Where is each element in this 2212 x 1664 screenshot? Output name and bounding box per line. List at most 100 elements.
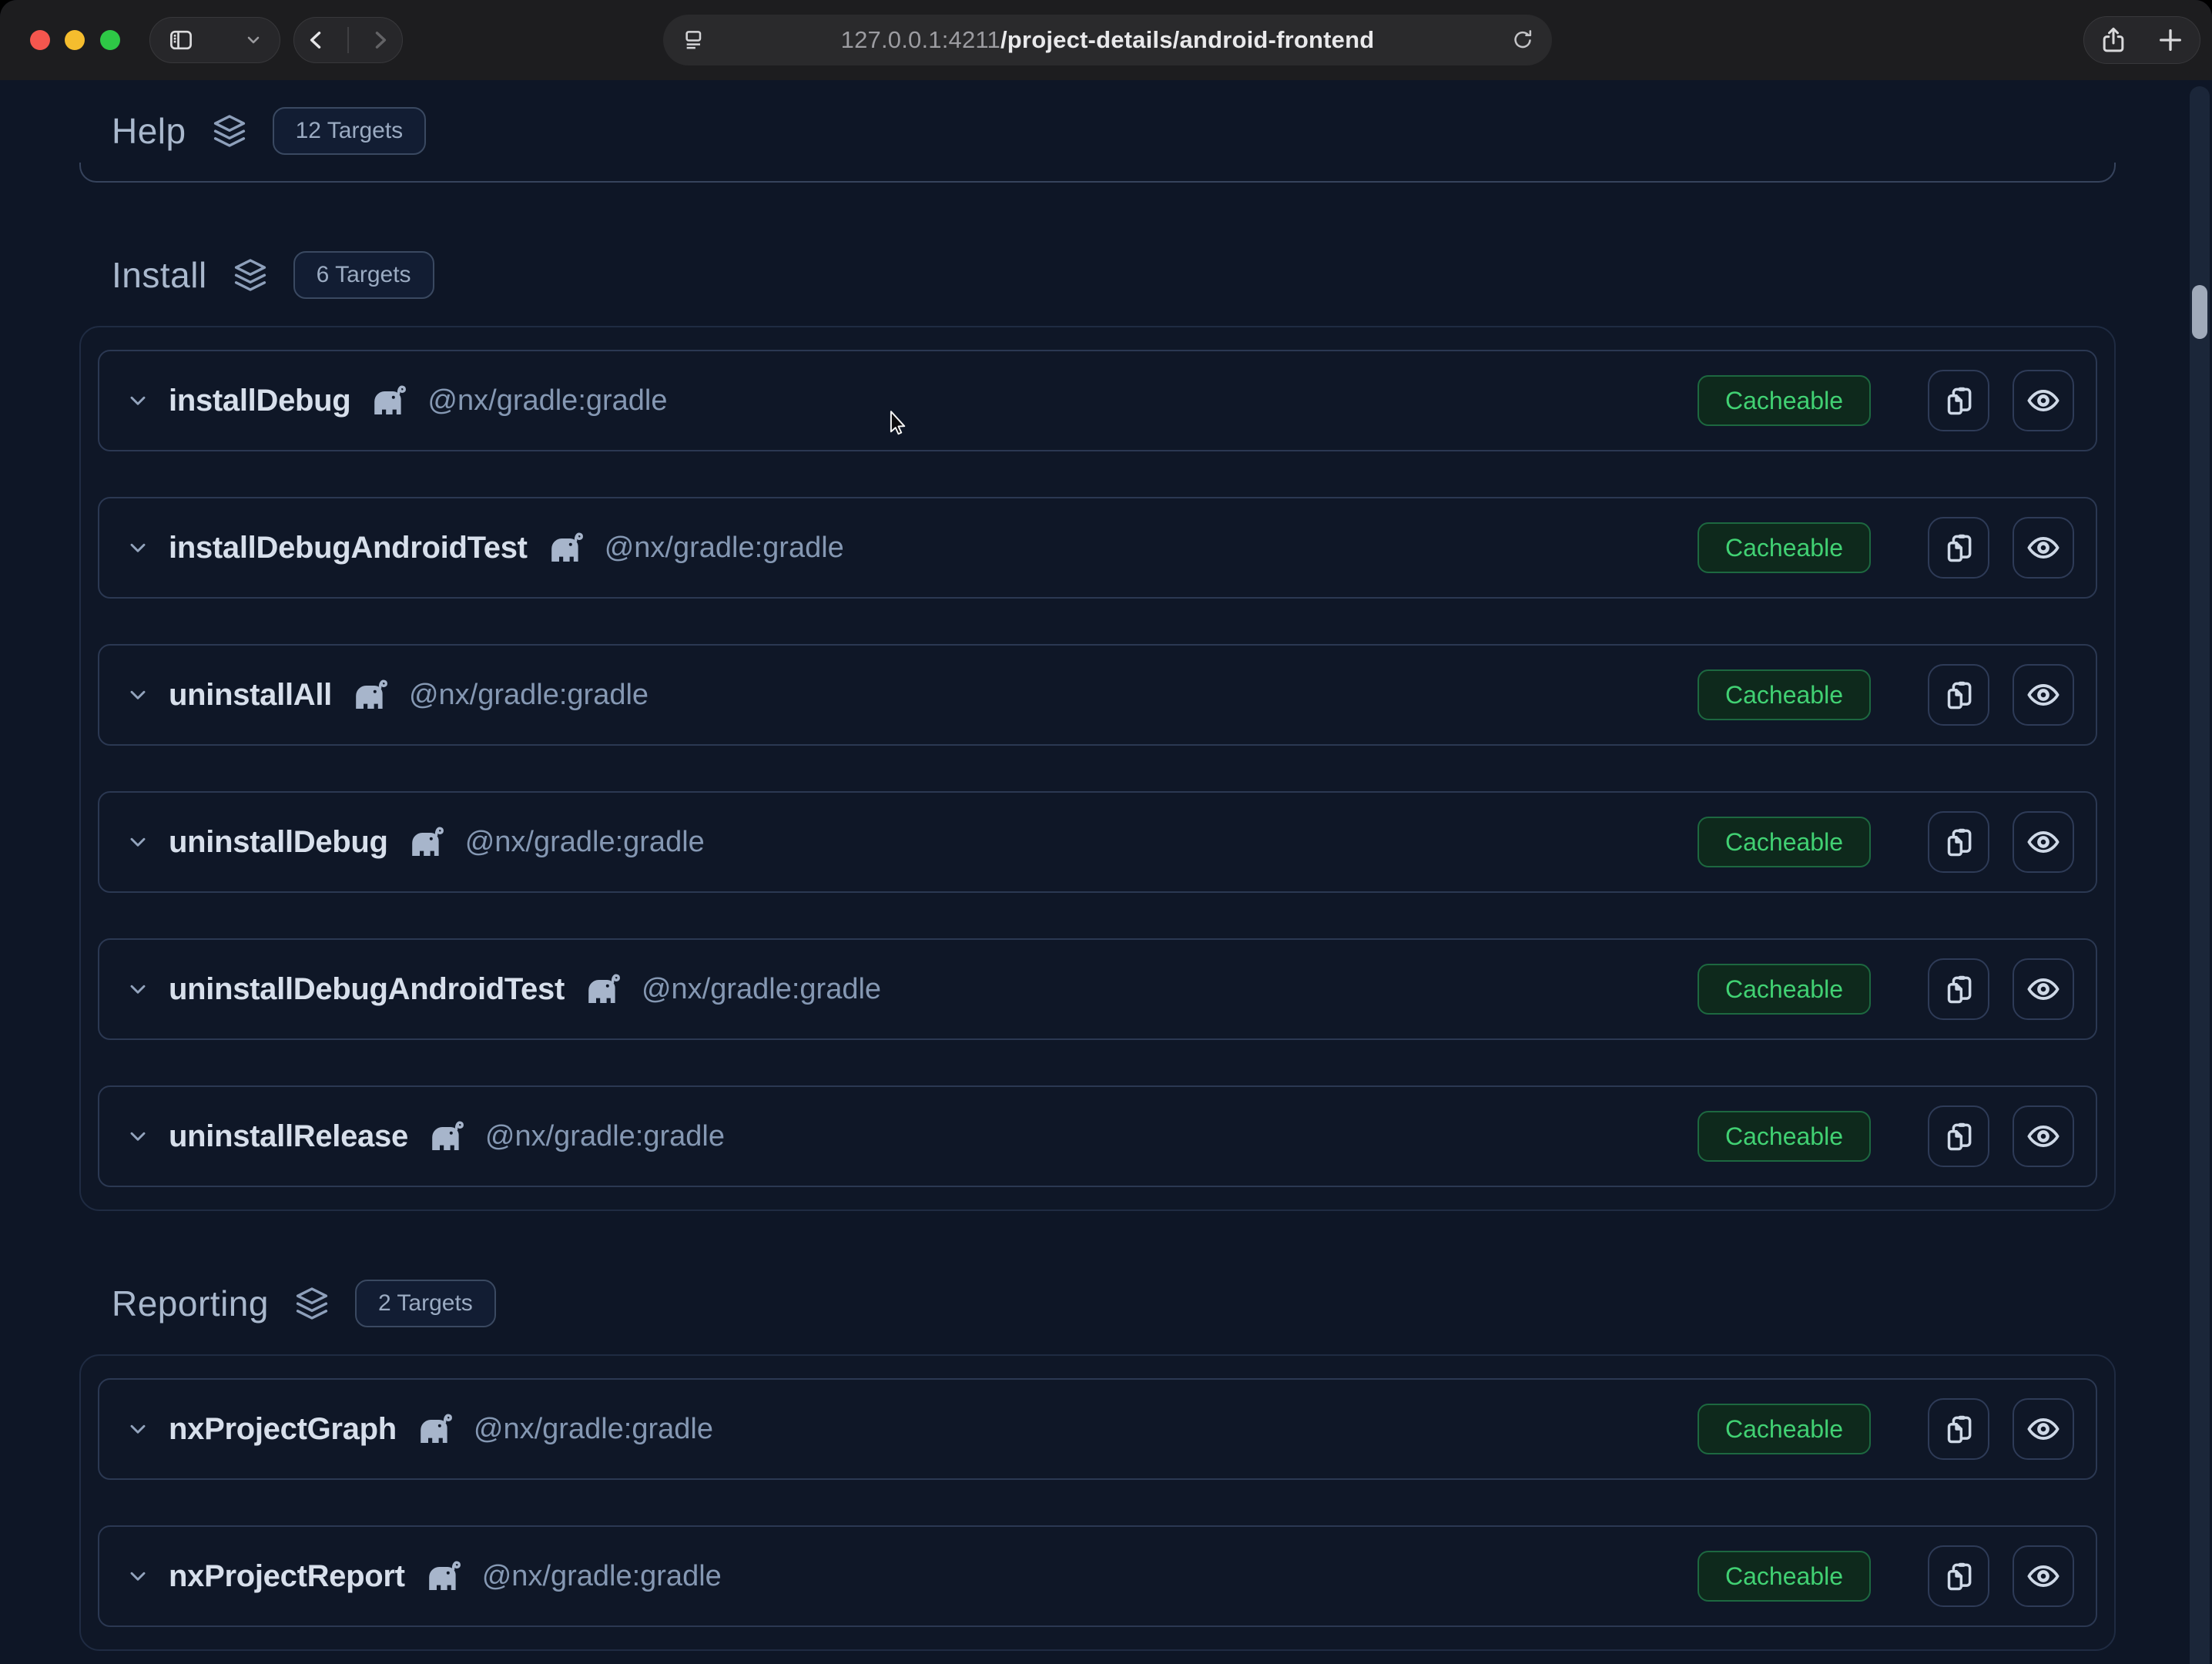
chevron-down-icon[interactable] [126, 1564, 150, 1589]
browser-window: 127.0.0.1:4211/project-details/android-f… [0, 0, 2212, 1664]
close-icon[interactable] [30, 30, 50, 50]
target-name: uninstallDebug [169, 825, 388, 860]
eye-button[interactable] [2013, 370, 2074, 431]
target-runner: @nx/gradle:gradle [427, 384, 667, 418]
target-row[interactable]: uninstallDebugAndroidTest @nx/gradle:gra… [98, 938, 2097, 1040]
copy-button[interactable] [1928, 370, 1989, 431]
nav-button-group [293, 17, 403, 63]
target-name: uninstallAll [169, 678, 332, 713]
target-name: nxProjectReport [169, 1559, 405, 1594]
target-runner: @nx/gradle:gradle [642, 973, 881, 1006]
target-name: nxProjectGraph [169, 1412, 397, 1447]
eye-button[interactable] [2013, 1545, 2074, 1607]
page-preview-icon[interactable] [682, 28, 706, 56]
share-button[interactable] [2098, 25, 2129, 55]
section-title: Install [112, 254, 207, 296]
layers-icon [232, 257, 269, 294]
section-title: Help [112, 110, 186, 152]
cacheable-badge: Cacheable [1698, 1404, 1871, 1454]
target-row[interactable]: nxProjectReport @nx/gradle:gradle Cachea… [98, 1525, 2097, 1627]
copy-button[interactable] [1928, 517, 1989, 579]
gradle-elephant-icon [428, 1119, 465, 1153]
section-header: Reporting 2 Targets [0, 1278, 2212, 1329]
gradle-elephant-icon [417, 1412, 454, 1446]
gradle-elephant-icon [370, 384, 407, 418]
sidebar-toggle-icon [167, 26, 195, 54]
nav-separator [347, 27, 349, 53]
target-row[interactable]: installDebugAndroidTest @nx/gradle:gradl… [98, 497, 2097, 599]
section-divider [79, 163, 2116, 183]
target-name: installDebug [169, 384, 350, 418]
eye-button[interactable] [2013, 517, 2074, 579]
chevron-down-icon[interactable] [126, 683, 150, 707]
copy-button[interactable] [1928, 811, 1989, 873]
target-runner: @nx/gradle:gradle [474, 1413, 713, 1446]
address-bar[interactable]: 127.0.0.1:4211/project-details/android-f… [663, 15, 1552, 65]
eye-button[interactable] [2013, 811, 2074, 873]
chevron-down-icon[interactable] [126, 388, 150, 413]
target-runner: @nx/gradle:gradle [482, 1560, 722, 1593]
project-details-page: Help 12 Targets Install 6 [0, 106, 2212, 1664]
target-runner: @nx/gradle:gradle [605, 532, 844, 565]
layers-icon [293, 1285, 330, 1322]
back-button[interactable] [303, 27, 330, 53]
eye-button[interactable] [2013, 1105, 2074, 1167]
copy-button[interactable] [1928, 1398, 1989, 1460]
section-badge: 2 Targets [355, 1280, 496, 1327]
copy-button[interactable] [1928, 1105, 1989, 1167]
copy-button[interactable] [1928, 664, 1989, 726]
section-header: Help 12 Targets [0, 106, 2212, 156]
cacheable-badge: Cacheable [1698, 964, 1871, 1015]
copy-button[interactable] [1928, 1545, 1989, 1607]
eye-button[interactable] [2013, 1398, 2074, 1460]
target-group-section: Reporting 2 Targets nxProjectGraph [0, 1278, 2212, 1651]
target-row[interactable]: installDebug @nx/gradle:gradle Cacheable [98, 350, 2097, 451]
new-tab-button[interactable] [2155, 25, 2186, 55]
forward-button[interactable] [367, 27, 393, 53]
cacheable-badge: Cacheable [1698, 1551, 1871, 1602]
target-runner: @nx/gradle:gradle [409, 679, 649, 712]
chevron-down-icon[interactable] [126, 1417, 150, 1441]
sections: Help 12 Targets Install 6 [0, 106, 2212, 1651]
cacheable-badge: Cacheable [1698, 817, 1871, 867]
target-name: uninstallRelease [169, 1119, 408, 1154]
section-header: Install 6 Targets [0, 250, 2212, 300]
eye-button[interactable] [2013, 958, 2074, 1020]
cacheable-badge: Cacheable [1698, 375, 1871, 426]
scrollbar-track [2190, 86, 2210, 1664]
layers-icon [211, 112, 248, 149]
target-row[interactable]: uninstallRelease @nx/gradle:gradle Cache… [98, 1085, 2097, 1187]
sidebar-toggle-button[interactable] [149, 17, 280, 63]
targets-card: installDebug @nx/gradle:gradle Cacheable [79, 326, 2116, 1211]
cacheable-badge: Cacheable [1698, 522, 1871, 573]
chevron-down-icon[interactable] [126, 830, 150, 854]
browser-toolbar: 127.0.0.1:4211/project-details/android-f… [0, 0, 2212, 80]
chevron-down-icon[interactable] [126, 535, 150, 560]
target-group-section: Help 12 Targets [0, 106, 2212, 183]
cacheable-badge: Cacheable [1698, 1111, 1871, 1162]
reload-icon[interactable] [1510, 28, 1535, 56]
gradle-elephant-icon [548, 531, 585, 565]
section-title: Reporting [112, 1283, 269, 1324]
gradle-elephant-icon [352, 678, 389, 712]
targets-card: nxProjectGraph @nx/gradle:gradle Cacheab… [79, 1354, 2116, 1651]
chevron-down-icon[interactable] [126, 1124, 150, 1149]
url-path: /project-details/android-frontend [1000, 26, 1374, 53]
eye-button[interactable] [2013, 664, 2074, 726]
gradle-elephant-icon [585, 972, 622, 1006]
scrollbar-thumb[interactable] [2192, 285, 2207, 339]
cacheable-badge: Cacheable [1698, 669, 1871, 720]
toolbar-actions [2083, 16, 2200, 64]
section-badge: 12 Targets [273, 107, 427, 155]
gradle-elephant-icon [425, 1559, 462, 1593]
url-host: 127.0.0.1:4211 [841, 26, 1000, 53]
zoom-icon[interactable] [100, 30, 120, 50]
chevron-down-icon[interactable] [126, 977, 150, 1001]
target-row[interactable]: nxProjectGraph @nx/gradle:gradle Cacheab… [98, 1378, 2097, 1480]
target-group-section: Install 6 Targets installDebug [0, 250, 2212, 1211]
minimize-icon[interactable] [65, 30, 85, 50]
copy-button[interactable] [1928, 958, 1989, 1020]
target-name: uninstallDebugAndroidTest [169, 972, 565, 1007]
target-row[interactable]: uninstallAll @nx/gradle:gradle Cacheable [98, 644, 2097, 746]
target-row[interactable]: uninstallDebug @nx/gradle:gradle Cacheab… [98, 791, 2097, 893]
